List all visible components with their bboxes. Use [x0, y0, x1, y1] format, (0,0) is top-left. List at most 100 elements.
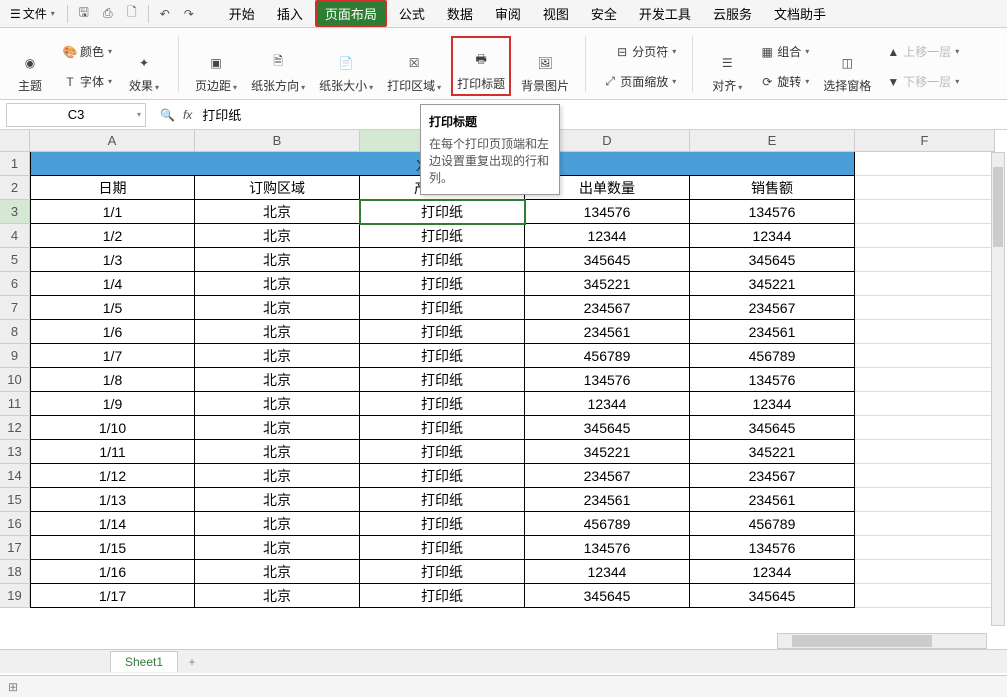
menu-tab-10[interactable]: 文档助手: [764, 0, 836, 27]
cell-A18[interactable]: 1/16: [30, 560, 195, 584]
cell-E18[interactable]: 12344: [690, 560, 855, 584]
cell-C9[interactable]: 打印纸: [360, 344, 525, 368]
cell-B6[interactable]: 北京: [195, 272, 360, 296]
cell-F5[interactable]: [855, 248, 995, 272]
cell-F12[interactable]: [855, 416, 995, 440]
cell-E15[interactable]: 234561: [690, 488, 855, 512]
font-button[interactable]: T字体▾: [58, 68, 116, 96]
column-header-F[interactable]: F: [855, 130, 995, 152]
cell-F13[interactable]: [855, 440, 995, 464]
cell-D10[interactable]: 134576: [525, 368, 690, 392]
scale-button[interactable]: ⤢页面缩放▾: [598, 68, 680, 96]
cell-E14[interactable]: 234567: [690, 464, 855, 488]
cell-F10[interactable]: [855, 368, 995, 392]
undo-icon[interactable]: ↶: [155, 4, 175, 24]
cell-D3[interactable]: 134576: [525, 200, 690, 224]
cell-F15[interactable]: [855, 488, 995, 512]
cell-A10[interactable]: 1/8: [30, 368, 195, 392]
cell-B19[interactable]: 北京: [195, 584, 360, 608]
row-header-18[interactable]: 18: [0, 560, 30, 584]
save-icon[interactable]: 🖫: [74, 4, 94, 24]
cell-D17[interactable]: 134576: [525, 536, 690, 560]
cell-F17[interactable]: [855, 536, 995, 560]
menu-tab-1[interactable]: 插入: [267, 0, 313, 27]
breaks-button[interactable]: ⊟分页符▾: [598, 38, 680, 66]
row-header-1[interactable]: 1: [0, 152, 30, 176]
column-header-E[interactable]: E: [690, 130, 855, 152]
cell-B8[interactable]: 北京: [195, 320, 360, 344]
cell-B18[interactable]: 北京: [195, 560, 360, 584]
cell-F9[interactable]: [855, 344, 995, 368]
color-button[interactable]: 🎨颜色▾: [58, 38, 116, 66]
scrollbar-thumb[interactable]: [993, 167, 1003, 247]
row-header-10[interactable]: 10: [0, 368, 30, 392]
menu-tab-5[interactable]: 审阅: [485, 0, 531, 27]
cell-F3[interactable]: [855, 200, 995, 224]
row-header-7[interactable]: 7: [0, 296, 30, 320]
cell-A9[interactable]: 1/7: [30, 344, 195, 368]
cell-A17[interactable]: 1/15: [30, 536, 195, 560]
cell-E12[interactable]: 345645: [690, 416, 855, 440]
orientation-button[interactable]: 🗎纸张方向▾: [247, 36, 309, 96]
cell-C10[interactable]: 打印纸: [360, 368, 525, 392]
cell-E7[interactable]: 234567: [690, 296, 855, 320]
print-titles-button[interactable]: 🖶打印标题: [451, 36, 511, 96]
cell-E8[interactable]: 234561: [690, 320, 855, 344]
cell-C7[interactable]: 打印纸: [360, 296, 525, 320]
row-header-3[interactable]: 3: [0, 200, 30, 224]
print-area-button[interactable]: ☒打印区域▾: [383, 36, 445, 96]
row-header-15[interactable]: 15: [0, 488, 30, 512]
cell-C3[interactable]: 打印纸: [360, 200, 525, 224]
cell-A8[interactable]: 1/6: [30, 320, 195, 344]
cell-A6[interactable]: 1/4: [30, 272, 195, 296]
cell-A12[interactable]: 1/10: [30, 416, 195, 440]
cell-B15[interactable]: 北京: [195, 488, 360, 512]
cell-E2[interactable]: 销售额: [690, 176, 855, 200]
add-sheet-button[interactable]: +: [182, 655, 202, 669]
cell-E4[interactable]: 12344: [690, 224, 855, 248]
cell-A2[interactable]: 日期: [30, 176, 195, 200]
cell-C8[interactable]: 打印纸: [360, 320, 525, 344]
sheet-tab[interactable]: Sheet1: [110, 651, 178, 672]
cell-F18[interactable]: [855, 560, 995, 584]
cell-F11[interactable]: [855, 392, 995, 416]
row-header-4[interactable]: 4: [0, 224, 30, 248]
cell-D4[interactable]: 12344: [525, 224, 690, 248]
cell-E6[interactable]: 345221: [690, 272, 855, 296]
cell-E10[interactable]: 134576: [690, 368, 855, 392]
cell-B14[interactable]: 北京: [195, 464, 360, 488]
column-header-B[interactable]: B: [195, 130, 360, 152]
cell-E3[interactable]: 134576: [690, 200, 855, 224]
menu-tab-8[interactable]: 开发工具: [629, 0, 701, 27]
cell-C12[interactable]: 打印纸: [360, 416, 525, 440]
align-button[interactable]: ☰对齐▾: [705, 36, 749, 96]
cell-C5[interactable]: 打印纸: [360, 248, 525, 272]
cell-F19[interactable]: [855, 584, 995, 608]
cell-D6[interactable]: 345221: [525, 272, 690, 296]
cell-B5[interactable]: 北京: [195, 248, 360, 272]
cell-C18[interactable]: 打印纸: [360, 560, 525, 584]
cell-F8[interactable]: [855, 320, 995, 344]
row-header-17[interactable]: 17: [0, 536, 30, 560]
cell-C15[interactable]: 打印纸: [360, 488, 525, 512]
cell-D7[interactable]: 234567: [525, 296, 690, 320]
cell-D5[interactable]: 345645: [525, 248, 690, 272]
column-header-A[interactable]: A: [30, 130, 195, 152]
menu-tab-6[interactable]: 视图: [533, 0, 579, 27]
cell-C11[interactable]: 打印纸: [360, 392, 525, 416]
group-button[interactable]: ▦组合▾: [755, 38, 813, 66]
send-backward-button[interactable]: ▼下移一层▾: [881, 68, 963, 96]
row-header-5[interactable]: 5: [0, 248, 30, 272]
cell-C16[interactable]: 打印纸: [360, 512, 525, 536]
print-preview-icon[interactable]: 🗋: [122, 4, 142, 24]
trace-icon[interactable]: 🔍: [160, 108, 175, 122]
background-button[interactable]: 🖼背景图片: [517, 36, 573, 96]
row-header-12[interactable]: 12: [0, 416, 30, 440]
cell-B4[interactable]: 北京: [195, 224, 360, 248]
cell-D9[interactable]: 456789: [525, 344, 690, 368]
fx-icon[interactable]: fx: [183, 108, 192, 122]
cell-C6[interactable]: 打印纸: [360, 272, 525, 296]
cell-B13[interactable]: 北京: [195, 440, 360, 464]
print-icon[interactable]: ⎙: [98, 4, 118, 24]
cell-F4[interactable]: [855, 224, 995, 248]
